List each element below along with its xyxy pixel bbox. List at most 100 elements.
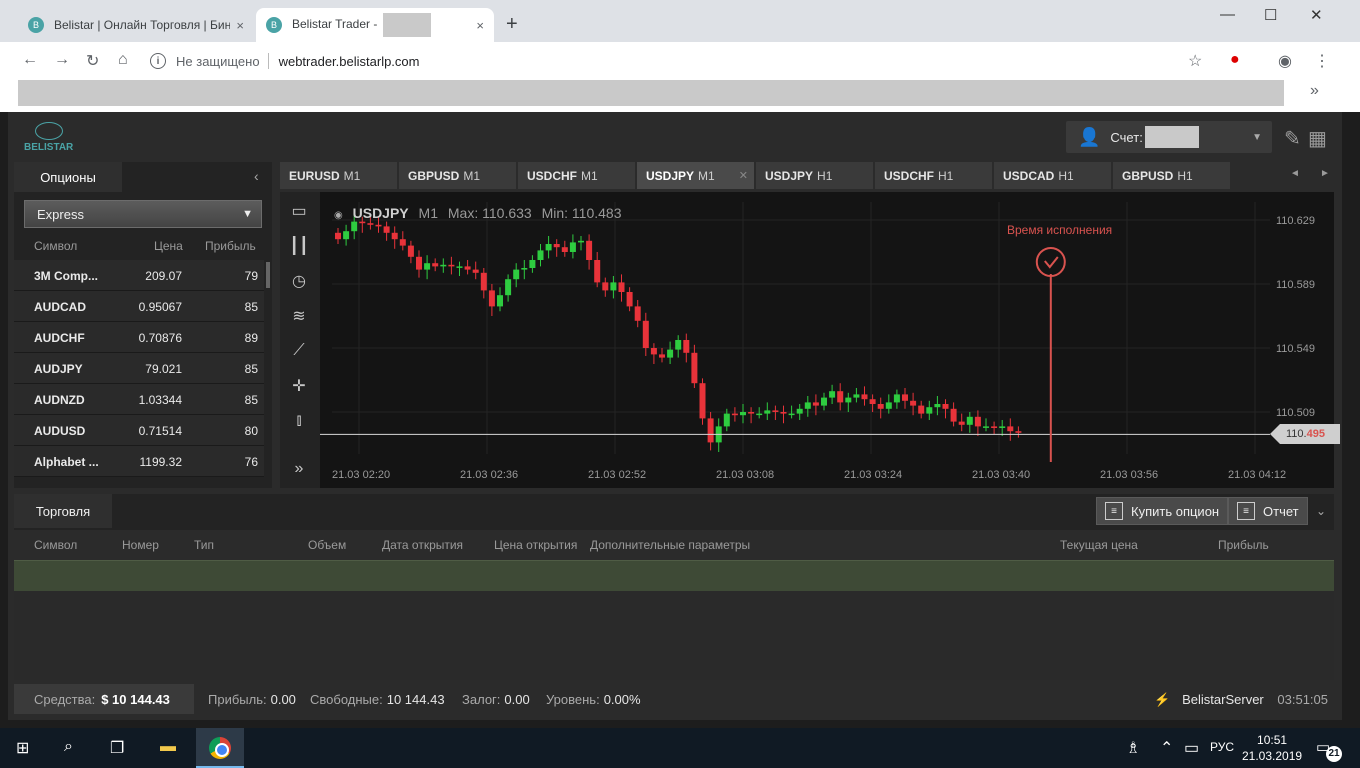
candle-body bbox=[569, 242, 576, 252]
account-label: Счет: bbox=[1110, 129, 1143, 145]
chart-symbol: USDJPY bbox=[352, 205, 409, 221]
profile-icon[interactable]: ◉ bbox=[1278, 51, 1292, 71]
profit: 85 bbox=[244, 362, 258, 376]
url-text[interactable]: webtrader.belistarlp.com bbox=[279, 54, 420, 69]
user-icon: 👤 bbox=[1078, 126, 1101, 147]
price-chart[interactable]: 110.629 110.589 110.549 110.509 21.03 02:20 2… bbox=[320, 192, 1340, 488]
chart-frame-icon[interactable]: ▭ bbox=[288, 200, 310, 222]
candle-body bbox=[910, 400, 917, 406]
list-item[interactable]: 3M Comp... 209.07 79 bbox=[14, 260, 264, 291]
report-button[interactable]: ≡ Отчет bbox=[1228, 497, 1308, 525]
list-item[interactable]: AUDCHF 0.70876 89 bbox=[14, 322, 264, 353]
candles-icon[interactable]: ⫾ bbox=[288, 410, 310, 432]
candle-body bbox=[383, 226, 390, 233]
list-item[interactable]: AUDCAD 0.95067 85 bbox=[14, 291, 264, 322]
indicators-icon[interactable]: ≋ bbox=[288, 305, 310, 327]
info-icon[interactable]: i bbox=[150, 53, 166, 69]
tab-symbol: USDJPY bbox=[646, 168, 695, 183]
candle-body bbox=[521, 268, 528, 270]
back-arrow-icon[interactable]: ← bbox=[22, 51, 38, 69]
tab-close-icon[interactable]: × bbox=[236, 18, 244, 33]
forward-arrow-icon[interactable]: → bbox=[54, 51, 70, 69]
list-item[interactable]: AUDJPY 79.021 85 bbox=[14, 353, 264, 384]
list-item[interactable]: AUDNZD 1.03344 85 bbox=[14, 384, 264, 415]
clock-icon[interactable]: ◷ bbox=[288, 270, 310, 292]
candle-body bbox=[399, 239, 406, 246]
plug-icon: ⚡ bbox=[1154, 692, 1171, 707]
network-icon[interactable]: ▭ bbox=[1184, 738, 1199, 758]
candle-body bbox=[983, 426, 989, 428]
chart-timeframe: M1 bbox=[418, 205, 438, 221]
tabs-scroll-left-icon[interactable]: ◄ bbox=[1290, 168, 1300, 179]
bookmark-star-icon[interactable]: ☆ bbox=[1188, 51, 1202, 71]
minimize-button[interactable]: — bbox=[1220, 6, 1235, 23]
option-type-select[interactable]: Express ▼ bbox=[24, 200, 262, 228]
bookmarks-more-icon[interactable]: » bbox=[1310, 82, 1319, 100]
reload-icon[interactable]: ↻ bbox=[86, 51, 99, 71]
collapse-left-icon[interactable]: ‹ bbox=[254, 168, 259, 184]
tab-usdchf-h1[interactable]: USDCHF H1 bbox=[875, 162, 992, 189]
taskbar-clock[interactable]: 10:51 21.03.2019 bbox=[1242, 732, 1302, 764]
scrollbar[interactable] bbox=[266, 262, 270, 288]
menu-icon[interactable]: ⋮ bbox=[1314, 51, 1330, 71]
buy-option-button[interactable]: ≡ Купить опцион bbox=[1096, 497, 1229, 525]
candle-body bbox=[748, 412, 755, 414]
server-name: BelistarServer bbox=[1182, 692, 1264, 707]
windows-start-icon[interactable]: ⊞ bbox=[16, 738, 29, 758]
candle-body bbox=[999, 426, 1006, 428]
search-icon[interactable]: ⌕ bbox=[64, 738, 73, 756]
task-view-icon[interactable]: ❐ bbox=[110, 738, 124, 758]
tab-usdcad-h1[interactable]: USDCAD H1 bbox=[994, 162, 1111, 189]
layout-grid-icon[interactable]: ▦ bbox=[1308, 126, 1327, 151]
tab-gbpusd-m1[interactable]: GBPUSD M1 bbox=[399, 162, 516, 189]
tab-eurusd-m1[interactable]: EURUSD M1 bbox=[280, 162, 397, 189]
browser-tab-belistar-site[interactable]: B Belistar | Онлайн Торговля | Бин × bbox=[18, 8, 254, 42]
table-row[interactable] bbox=[14, 560, 1334, 591]
new-tab-button[interactable]: + bbox=[506, 13, 518, 36]
tab-options[interactable]: Опционы bbox=[14, 162, 122, 192]
tab-close-icon[interactable]: ✕ bbox=[739, 169, 748, 182]
eye-icon[interactable]: ◉ bbox=[334, 210, 343, 221]
tabs-scroll-right-icon[interactable]: ► bbox=[1320, 168, 1330, 179]
tab-timeframe: M1 bbox=[463, 168, 481, 183]
home-icon[interactable]: ⌂ bbox=[118, 51, 128, 69]
chevron-down-icon: ▼ bbox=[1252, 131, 1262, 143]
chevron-up-icon[interactable]: ⌃ bbox=[1160, 738, 1173, 758]
list-item[interactable]: AUDUSD 0.71514 80 bbox=[14, 415, 264, 446]
candle-body bbox=[634, 306, 641, 321]
tab-gbpusd-h1[interactable]: GBPUSD H1 bbox=[1113, 162, 1230, 189]
tab-usdjpy-m1[interactable]: USDJPY M1 ✕ bbox=[637, 162, 754, 189]
list-item[interactable]: Alphabet ... 1199.32 76 bbox=[14, 446, 264, 477]
candle-body bbox=[375, 224, 382, 227]
candle-body bbox=[723, 413, 730, 427]
chart-type-icon[interactable]: ┃┃ bbox=[288, 235, 310, 257]
chevron-down-icon[interactable]: ⌄ bbox=[1316, 504, 1326, 518]
belistar-favicon: B bbox=[28, 17, 44, 33]
candle-body bbox=[966, 416, 973, 425]
clock-date: 21.03.2019 bbox=[1242, 749, 1303, 763]
candle-body bbox=[845, 397, 852, 403]
trendline-icon[interactable]: ⟋ bbox=[288, 340, 310, 362]
tab-usdchf-m1[interactable]: USDCHF M1 bbox=[518, 162, 635, 189]
funds-box: Средства: $ 10 144.43 bbox=[14, 684, 194, 714]
notifications-icon[interactable]: ▭ 21 bbox=[1316, 738, 1342, 762]
people-icon[interactable]: ♗ bbox=[1126, 738, 1140, 758]
candle-body bbox=[497, 295, 503, 307]
browser-tab-belistar-trader[interactable]: B Belistar Trader - × bbox=[256, 8, 494, 42]
maximize-button[interactable]: ☐ bbox=[1264, 6, 1277, 24]
crosshair-icon[interactable]: ✛ bbox=[288, 375, 310, 397]
window-close-button[interactable]: ✕ bbox=[1310, 6, 1323, 24]
file-explorer-icon[interactable]: ▬ bbox=[160, 738, 176, 756]
tab-usdjpy-h1[interactable]: USDJPY H1 bbox=[756, 162, 873, 189]
language-indicator[interactable]: РУС bbox=[1210, 740, 1234, 754]
edit-icon[interactable]: ✎ bbox=[1284, 126, 1301, 151]
account-selector[interactable]: 👤 Счет: ▼ bbox=[1066, 121, 1272, 153]
chrome-taskbar-icon[interactable] bbox=[196, 728, 244, 768]
option-type-value: Express bbox=[37, 206, 84, 222]
tab-close-icon[interactable]: × bbox=[476, 18, 484, 33]
tab-trading[interactable]: Торговля bbox=[14, 494, 112, 528]
more-tools-icon[interactable]: » bbox=[288, 458, 310, 480]
extension-icon[interactable]: ● bbox=[1230, 51, 1240, 69]
candlestick-chart[interactable]: 110.629 110.589 110.549 110.509 21.03 02:20 2… bbox=[320, 192, 1334, 488]
omnibox[interactable]: i Не защищено webtrader.belistarlp.com bbox=[150, 47, 1220, 75]
